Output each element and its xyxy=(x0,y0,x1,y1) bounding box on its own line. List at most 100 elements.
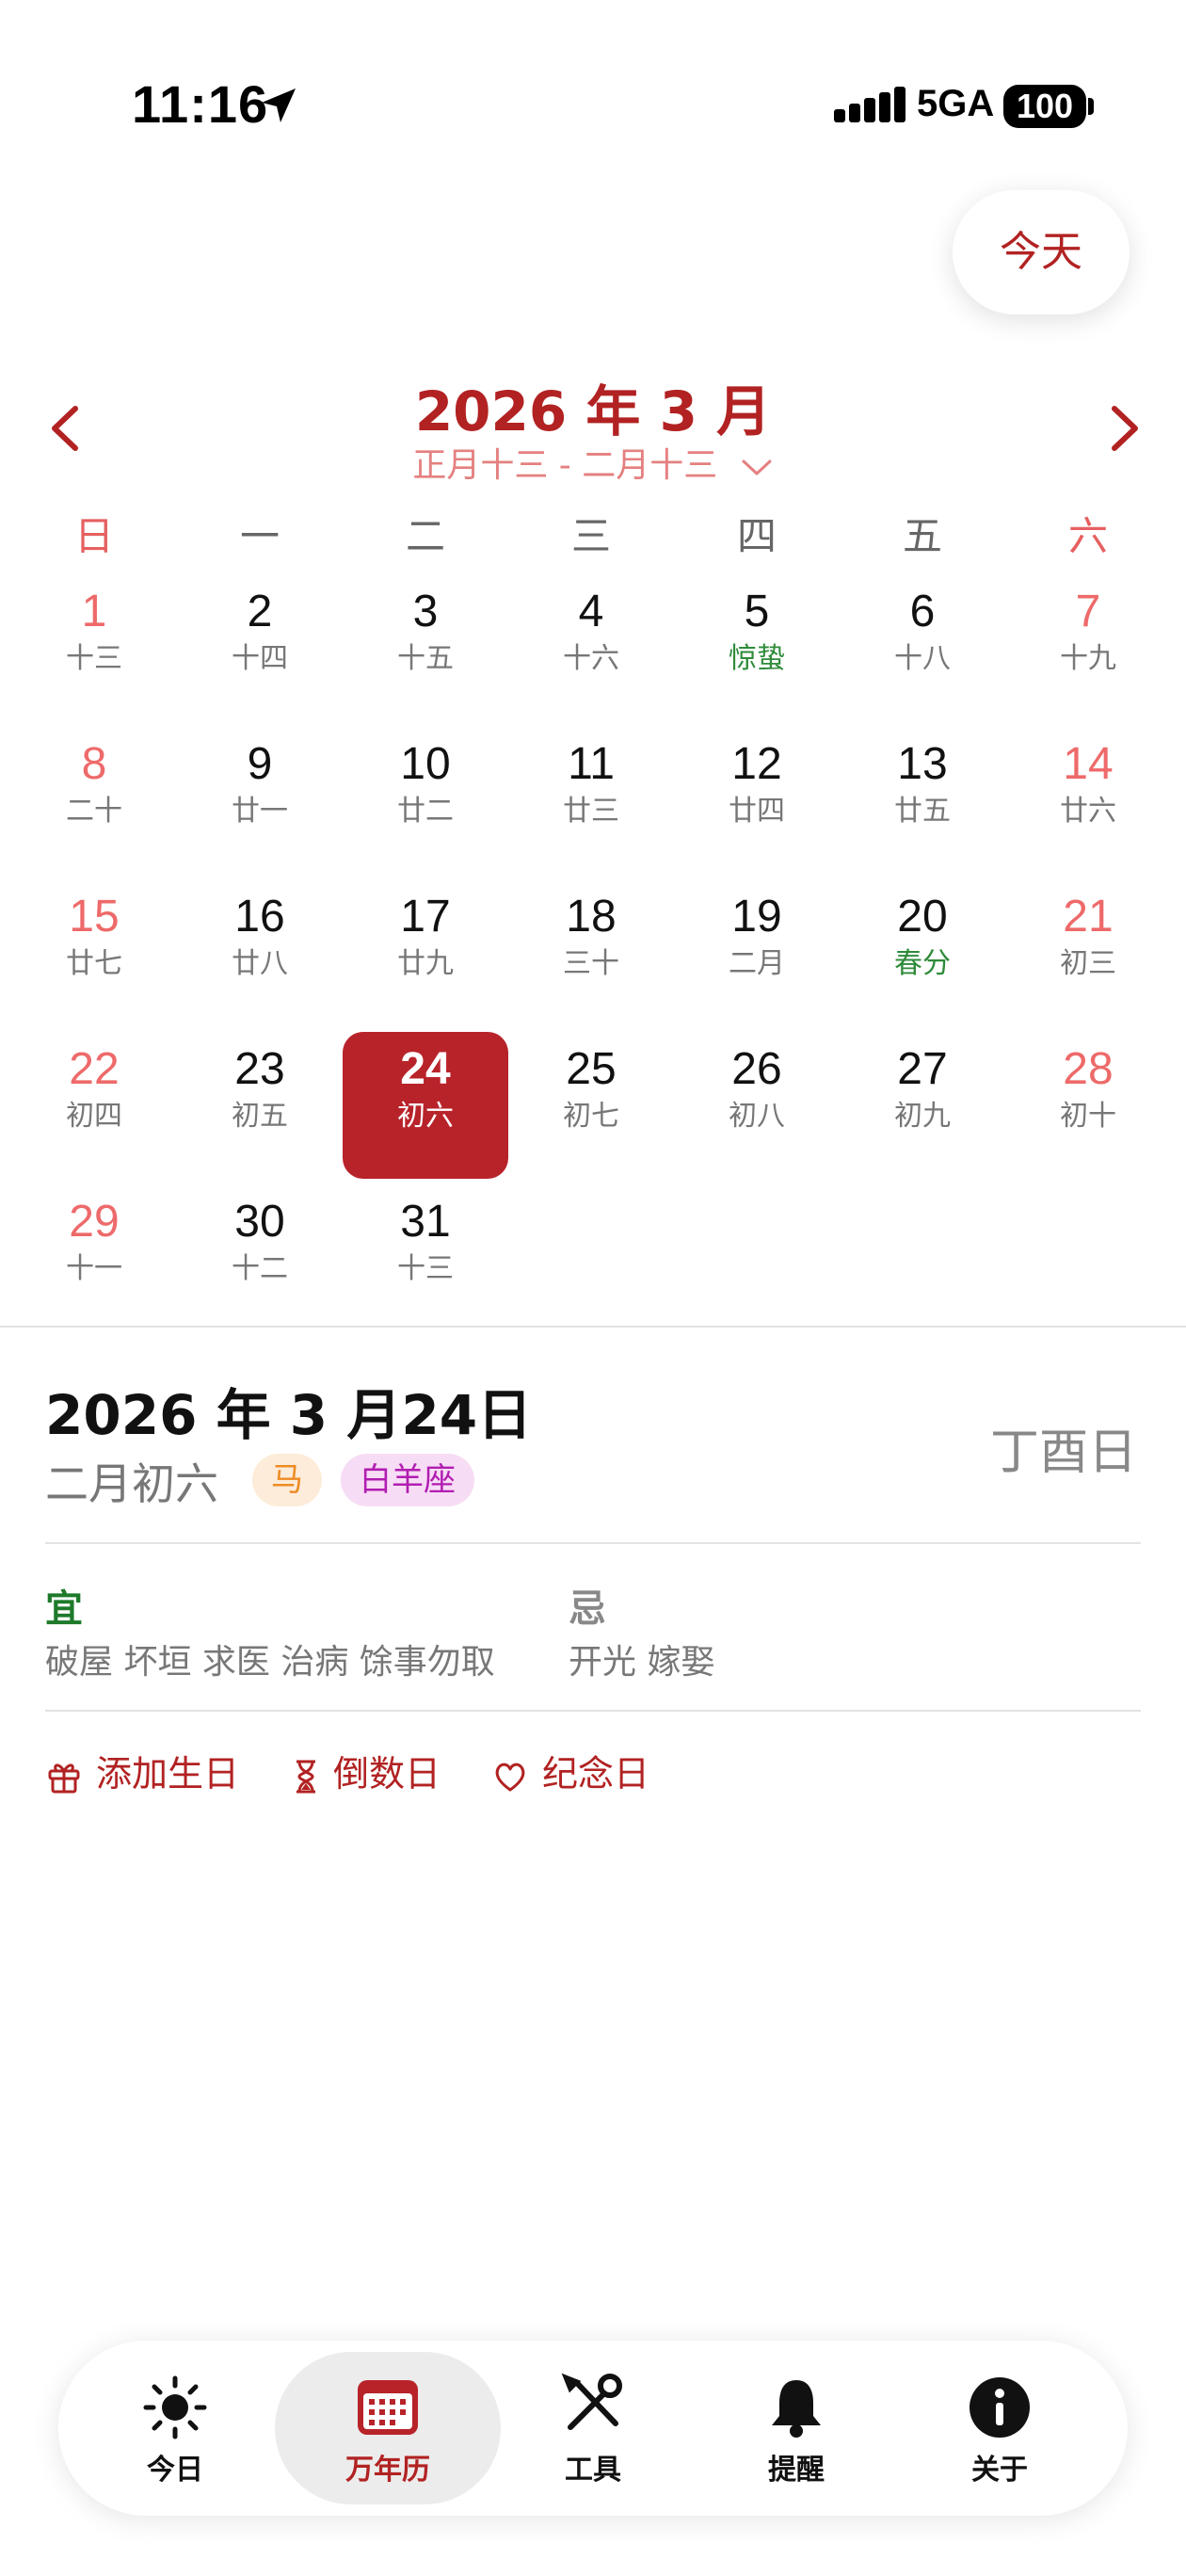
day-lunar-label: 初四 xyxy=(66,1100,122,1133)
day-number: 7 xyxy=(1075,587,1101,636)
calendar-day[interactable]: 22 初四 xyxy=(11,1032,177,1179)
tab-reminder-label: 提醒 xyxy=(768,2454,825,2487)
suitable-title: 宜 xyxy=(45,1587,83,1631)
day-number: 5 xyxy=(744,587,770,636)
day-lunar-label: 廿九 xyxy=(397,947,454,980)
calendar-day[interactable]: 23 初五 xyxy=(177,1032,343,1179)
day-number: 1 xyxy=(81,587,107,636)
next-month-icon[interactable] xyxy=(1096,395,1152,461)
day-lunar-label: 二十 xyxy=(66,795,122,828)
calendar-day[interactable]: 24 初六 xyxy=(343,1032,508,1179)
calendar-day[interactable]: 30 十二 xyxy=(177,1184,343,1331)
calendar-day[interactable]: 12 廿四 xyxy=(674,727,840,874)
calendar-day[interactable]: 10 廿二 xyxy=(343,727,508,874)
ganzhi-day: 丁酉日 xyxy=(989,1425,1137,1481)
calendar-day[interactable]: 5 惊蛰 xyxy=(674,574,840,721)
weekday-label: 一 xyxy=(239,513,280,559)
day-number: 24 xyxy=(400,1044,451,1094)
day-number: 6 xyxy=(909,587,936,636)
calendar-day[interactable]: 25 初七 xyxy=(508,1032,674,1179)
network-label: 5GA xyxy=(917,83,995,124)
calendar-day[interactable]: 4 十六 xyxy=(508,574,674,721)
day-number: 22 xyxy=(69,1044,120,1094)
tab-reminder[interactable]: 提醒 xyxy=(683,2352,909,2504)
day-number: 26 xyxy=(731,1044,782,1094)
calendar-day[interactable]: 1 十三 xyxy=(11,574,177,721)
calendar-day[interactable]: 20 春分 xyxy=(840,879,1005,1026)
location-arrow-icon xyxy=(262,89,296,122)
calendar-day[interactable]: 26 初八 xyxy=(674,1032,840,1179)
divider xyxy=(45,1710,1141,1712)
info-icon xyxy=(970,2377,1030,2438)
day-number: 17 xyxy=(400,892,451,942)
calendar-day[interactable]: 31 十三 xyxy=(343,1184,508,1331)
day-lunar-label: 十九 xyxy=(1060,642,1116,675)
tab-calendar[interactable]: 万年历 xyxy=(275,2352,501,2504)
battery-indicator: 100 xyxy=(1003,85,1086,128)
calendar-day[interactable]: 13 廿五 xyxy=(840,727,1005,874)
status-bar: 11:16 5GA 100 xyxy=(0,0,1186,188)
calendar-day[interactable]: 19 二月 xyxy=(674,879,840,1026)
selected-lunar-date: 二月初六 xyxy=(45,1458,218,1509)
calendar-day[interactable]: 21 初三 xyxy=(1005,879,1171,1026)
day-number: 23 xyxy=(234,1044,285,1094)
calendar-day[interactable]: 6 十八 xyxy=(840,574,1005,721)
calendar-day[interactable]: 17 廿九 xyxy=(343,879,508,1026)
calendar-day[interactable]: 27 初九 xyxy=(840,1032,1005,1179)
day-lunar-label: 初三 xyxy=(1060,947,1116,980)
day-number: 18 xyxy=(566,892,617,942)
sun-icon xyxy=(143,2375,207,2439)
day-number: 28 xyxy=(1063,1044,1114,1094)
status-time: 11:16 xyxy=(132,74,269,134)
avoid-title: 忌 xyxy=(569,1587,606,1631)
tab-about[interactable]: 关于 xyxy=(887,2352,1113,2504)
tab-tools[interactable]: 工具 xyxy=(480,2352,706,2504)
hourglass-icon xyxy=(296,1760,315,1793)
add-birthday-button[interactable]: 添加生日 xyxy=(45,1747,239,1800)
tab-calendar-label: 万年历 xyxy=(345,2454,430,2487)
suitable-items: 破屋 坏垣 求医 治病 馀事勿取 xyxy=(45,1643,495,1682)
day-lunar-label: 初九 xyxy=(894,1100,951,1133)
chevron-down-icon xyxy=(742,459,772,475)
calendar-day[interactable]: 9 廿一 xyxy=(177,727,343,874)
tab-today[interactable]: 今日 xyxy=(62,2352,288,2504)
tab-about-label: 关于 xyxy=(971,2454,1028,2487)
gift-icon xyxy=(48,1763,80,1793)
day-number: 31 xyxy=(400,1197,451,1247)
lunar-range-selector[interactable]: 正月十三 - 二月十三 xyxy=(0,438,1186,487)
calendar-day[interactable]: 11 廿三 xyxy=(508,727,674,874)
calendar-day[interactable]: 16 廿八 xyxy=(177,879,343,1026)
calendar-day[interactable]: 2 十四 xyxy=(177,574,343,721)
today-button[interactable]: 今天 xyxy=(953,190,1130,314)
calendar-day[interactable]: 15 廿七 xyxy=(11,879,177,1026)
selected-date: 2026 年 3 月24日 xyxy=(45,1383,533,1447)
day-lunar-label: 十二 xyxy=(232,1252,288,1285)
countdown-button[interactable]: 倒数日 xyxy=(292,1747,441,1800)
day-number: 12 xyxy=(731,739,782,789)
day-number: 3 xyxy=(412,587,439,636)
day-lunar-label: 廿四 xyxy=(729,795,785,828)
day-number: 20 xyxy=(897,892,948,942)
anniversary-button[interactable]: 纪念日 xyxy=(491,1747,649,1800)
weekday-header: 日一二三四五六 xyxy=(0,505,1186,561)
day-lunar-label: 廿七 xyxy=(66,947,122,980)
calendar-day[interactable]: 7 十九 xyxy=(1005,574,1171,721)
day-lunar-label: 春分 xyxy=(894,947,951,980)
day-number: 19 xyxy=(731,892,782,942)
weekday-label: 日 xyxy=(73,513,114,559)
calendar-day[interactable]: 18 三十 xyxy=(508,879,674,1026)
calendar-day[interactable]: 3 十五 xyxy=(343,574,508,721)
calendar-day[interactable]: 14 廿六 xyxy=(1005,727,1171,874)
day-number: 30 xyxy=(234,1197,285,1247)
calendar-day[interactable]: 29 十一 xyxy=(11,1184,177,1331)
day-number: 25 xyxy=(566,1044,617,1094)
day-lunar-label: 十三 xyxy=(397,1252,454,1285)
weekday-label: 三 xyxy=(570,513,611,559)
day-number: 14 xyxy=(1063,739,1114,789)
signal-icon xyxy=(834,87,906,122)
calendar-day[interactable]: 28 初十 xyxy=(1005,1032,1171,1179)
day-lunar-label: 廿五 xyxy=(894,795,951,828)
calendar-day[interactable]: 8 二十 xyxy=(11,727,177,874)
battery-tip xyxy=(1088,98,1094,115)
day-number: 21 xyxy=(1063,892,1114,942)
